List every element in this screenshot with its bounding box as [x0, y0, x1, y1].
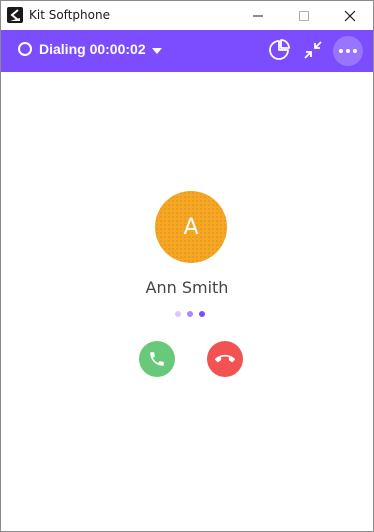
kit-logo-icon: [7, 7, 23, 23]
close-icon: [344, 10, 356, 21]
more-horizontal-icon: [353, 49, 357, 53]
close-button[interactable]: [327, 1, 373, 30]
more-options-button[interactable]: [333, 36, 363, 66]
answer-call-button[interactable]: [139, 341, 175, 377]
hang-up-button[interactable]: [207, 341, 243, 377]
dialing-indicator: [175, 311, 207, 317]
chevron-down-icon[interactable]: [152, 48, 162, 54]
call-header: Dialing 00:00:02: [1, 30, 373, 72]
status-label: Dialing: [39, 41, 86, 57]
minimize-button[interactable]: [235, 1, 281, 30]
pie-chart-button[interactable]: [268, 39, 290, 61]
dialing-dot: [199, 311, 205, 317]
more-horizontal-icon: [339, 49, 343, 53]
collapse-icon: [304, 41, 322, 59]
avatar-initial: A: [183, 214, 199, 240]
phone-hangup-icon: [215, 354, 235, 363]
contact-name: Ann Smith: [145, 278, 229, 297]
call-status[interactable]: Dialing 00:00:02: [39, 41, 146, 57]
call-timer: 00:00:02: [89, 41, 146, 57]
dialing-dot: [187, 311, 193, 317]
maximize-icon: [299, 10, 309, 21]
softphone-window: Kit Softphone Dialing 00:00:02 A Ann Smi…: [0, 0, 374, 532]
avatar: A: [155, 191, 227, 263]
status-circle-icon: [18, 42, 32, 56]
dialing-dot: [175, 311, 181, 317]
pie-chart-icon: [269, 39, 290, 60]
window-title: Kit Softphone: [29, 8, 110, 22]
phone-icon: [150, 352, 164, 366]
maximize-button[interactable]: [281, 1, 327, 30]
more-horizontal-icon: [346, 49, 350, 53]
minimize-icon: [253, 15, 263, 16]
title-bar[interactable]: Kit Softphone: [1, 1, 373, 30]
collapse-button[interactable]: [302, 39, 324, 61]
